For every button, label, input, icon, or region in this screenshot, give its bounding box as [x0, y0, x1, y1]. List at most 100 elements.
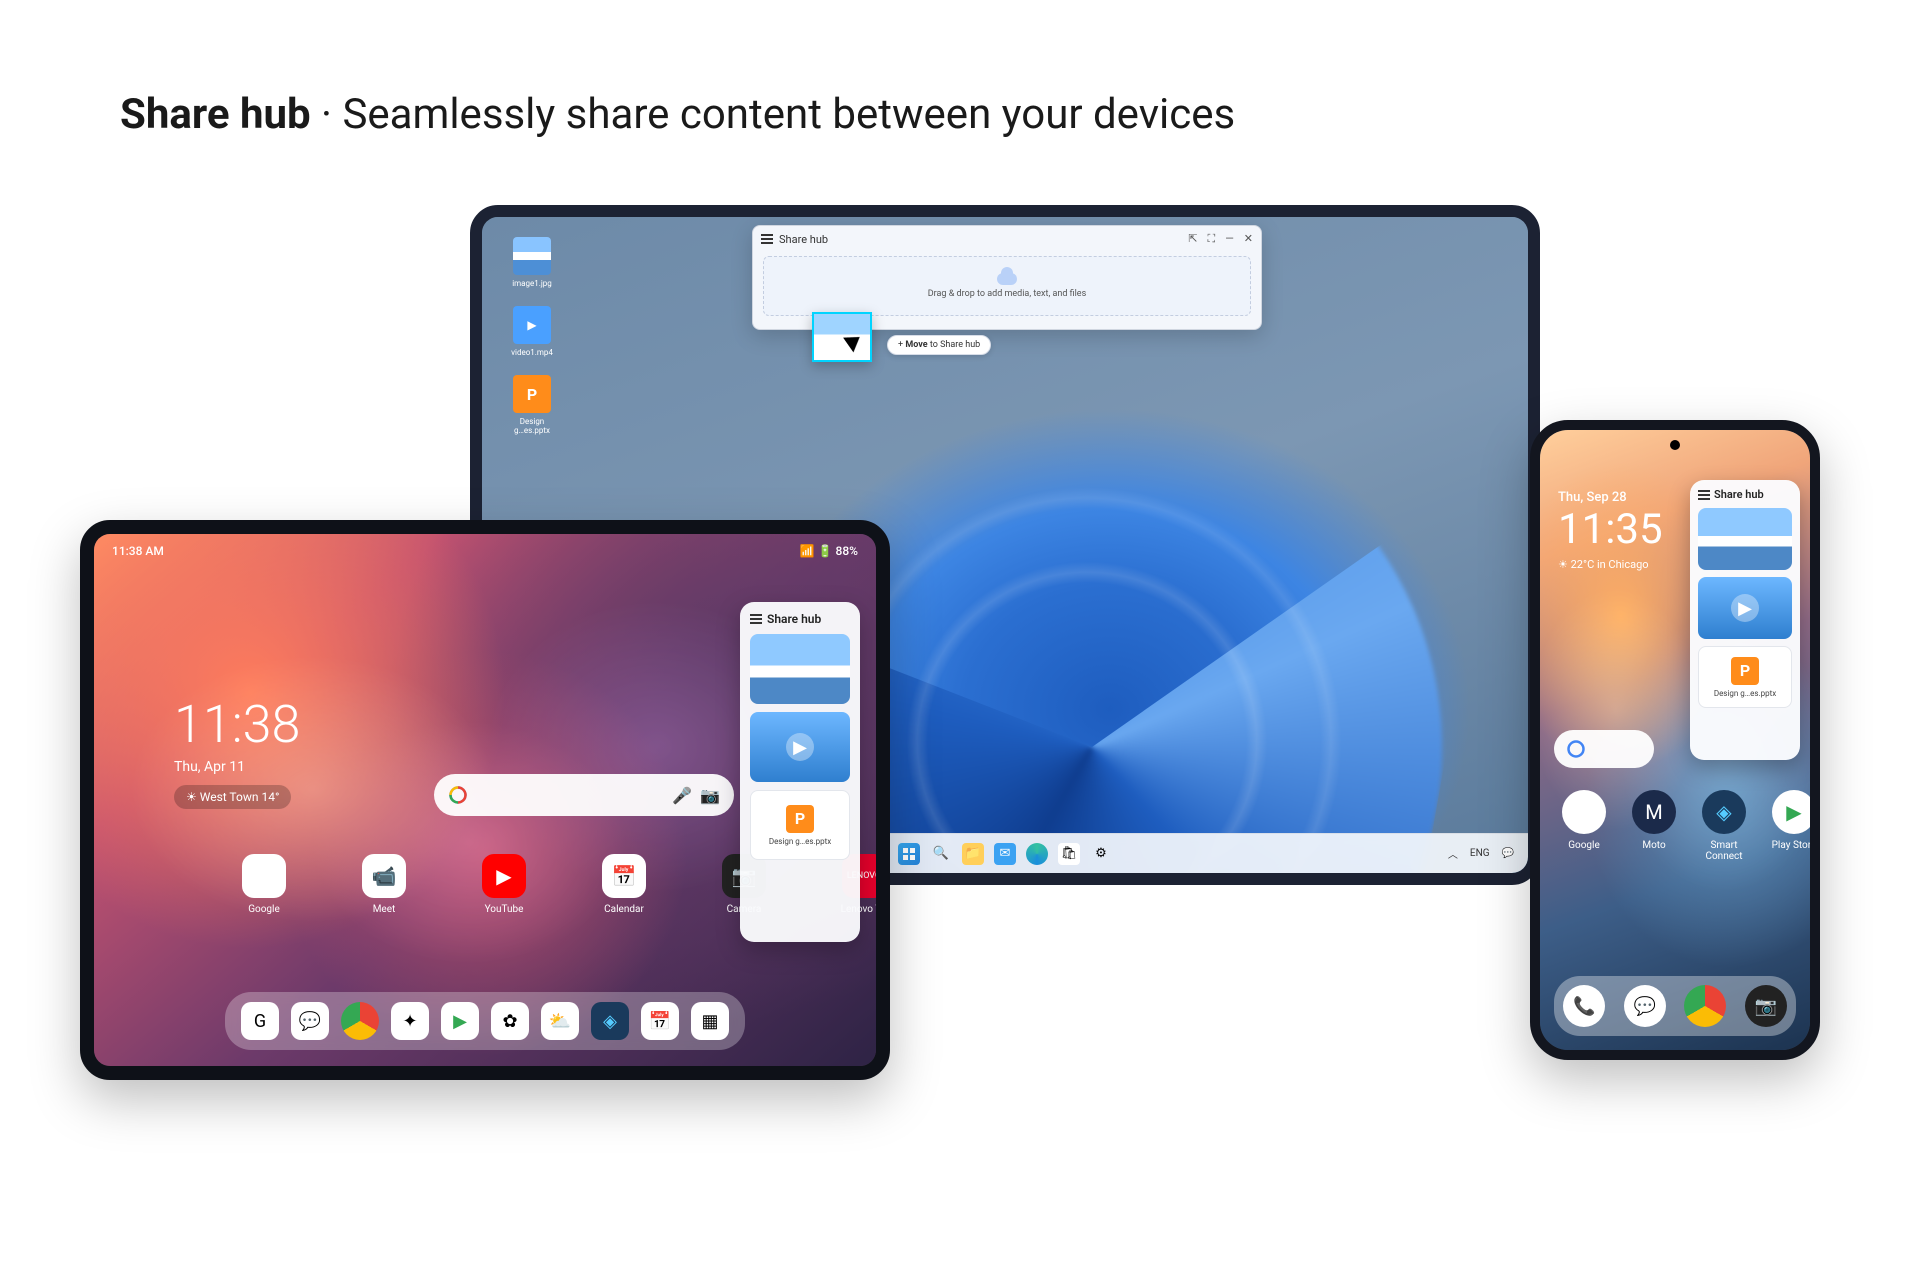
desktop-icon-pptx[interactable]: Design g…es.pptx: [502, 375, 562, 435]
minimize-icon[interactable]: —: [1225, 232, 1234, 246]
tablet-search-bar[interactable]: 🎤 📷: [434, 774, 734, 816]
tooltip-rest: to Share hub: [928, 340, 981, 350]
phone-dock[interactable]: 📞 💬 📷: [1554, 976, 1796, 1036]
headline-bold: Share hub: [120, 90, 311, 139]
tablet-clock-widget[interactable]: 11:38 Thu, Apr 11 ☀ West Town 14°: [174, 694, 300, 809]
dock-chrome-icon[interactable]: [1684, 985, 1726, 1027]
share-item-photo[interactable]: [750, 634, 850, 704]
headline-rest: Seamlessly share content between your de…: [342, 90, 1235, 139]
desktop-icon-image[interactable]: image1.jpg: [502, 237, 562, 288]
app-label: Google: [1554, 840, 1614, 851]
app-google[interactable]: G Google: [1554, 790, 1614, 862]
lens-icon[interactable]: 📷: [700, 786, 720, 805]
dock-playstore-icon[interactable]: ▶: [441, 1002, 479, 1040]
share-item-video[interactable]: [1698, 577, 1792, 639]
tablet-dock[interactable]: G 💬 ✦ ▶ ✿ ⛅ ◈ 📅 ▦: [225, 992, 745, 1050]
desktop-icon-label: g…es.pptx: [502, 426, 562, 435]
app-youtube[interactable]: ▶YouTube: [474, 854, 534, 915]
settings-icon[interactable]: ⚙: [1090, 843, 1112, 865]
app-meet[interactable]: 📹Meet: [354, 854, 414, 915]
google-app-icon: G: [1562, 790, 1606, 834]
desktop-icon-label: Design: [502, 417, 562, 426]
sharehub-titlebar[interactable]: Share hub ⇱ ⛶ — ✕: [753, 226, 1261, 252]
dock-chrome-icon[interactable]: [341, 1002, 379, 1040]
panel-title: Share hub: [1714, 488, 1764, 501]
statusbar-right: 📶 🔋 88%: [800, 544, 858, 558]
store-icon[interactable]: 🛍: [1058, 843, 1080, 865]
sharehub-panel-header[interactable]: Share hub: [750, 612, 850, 626]
desktop-icon-video[interactable]: video1.mp4: [502, 306, 562, 357]
weather-pill[interactable]: ☀ West Town 14°: [174, 785, 291, 809]
window-controls: ⇱ ⛶ — ✕: [1188, 232, 1253, 246]
dock-messages-icon[interactable]: 💬: [1624, 985, 1666, 1027]
pptx-icon: P: [786, 805, 814, 833]
share-item-pptx[interactable]: P Design g…es.pptx: [750, 790, 850, 860]
dock-smartconnect-icon[interactable]: ◈: [591, 1002, 629, 1040]
tablet-device: 11:38 AM 📶 🔋 88% 11:38 Thu, Apr 11 ☀ Wes…: [80, 520, 890, 1080]
chevron-up-icon[interactable]: ︿: [1448, 846, 1458, 861]
dock-photos-icon[interactable]: ✿: [491, 1002, 529, 1040]
mic-icon[interactable]: 🎤: [672, 786, 692, 805]
clock-date: Thu, Apr 11: [174, 759, 300, 775]
calendar-icon: 📅: [602, 854, 646, 898]
share-item-pptx[interactable]: P Design g…es.pptx: [1698, 646, 1792, 708]
move-tooltip: + Move to Share hub: [887, 335, 991, 355]
hamburger-icon[interactable]: [750, 618, 762, 620]
app-playstore[interactable]: ▶Play Store: [1764, 790, 1820, 862]
taskbar-right: ︿ ENG 💬: [1448, 846, 1514, 861]
google-icon: [1566, 739, 1586, 759]
statusbar-time: 11:38 AM: [112, 544, 164, 558]
app-label: Moto: [1624, 840, 1684, 851]
dock-appdrawer-icon[interactable]: ▦: [691, 1002, 729, 1040]
close-icon[interactable]: ✕: [1244, 232, 1253, 246]
language-indicator[interactable]: ENG: [1470, 848, 1490, 859]
hamburger-icon[interactable]: [1698, 494, 1710, 496]
explorer-icon[interactable]: 📁: [962, 843, 984, 865]
image-file-icon: [513, 237, 551, 275]
app-google[interactable]: GGoogle: [234, 854, 294, 915]
expand-icon[interactable]: ⛶: [1207, 232, 1215, 246]
phone-search-bar[interactable]: [1554, 730, 1654, 768]
mail-icon[interactable]: ✉: [994, 843, 1016, 865]
dock-assistant-icon[interactable]: ✦: [391, 1002, 429, 1040]
file-label: Design g…es.pptx: [1714, 689, 1776, 698]
phone-app-grid: GGoogle MMoto ◈Smart Connect ▶Play Store: [1554, 790, 1796, 862]
dock-weather-icon[interactable]: ⛅: [541, 1002, 579, 1040]
app-moto[interactable]: M Moto: [1624, 790, 1684, 862]
pin-icon[interactable]: ⇱: [1188, 232, 1197, 246]
tablet-sharehub-panel[interactable]: Share hub P Design g…es.pptx: [740, 602, 860, 942]
sharehub-dropzone[interactable]: Drag & drop to add media, text, and file…: [763, 256, 1251, 316]
share-item-photo[interactable]: [1698, 508, 1792, 570]
headline-sep: ·: [311, 90, 343, 139]
dock-calendar-icon[interactable]: 📅: [641, 1002, 679, 1040]
moto-icon: M: [1632, 790, 1676, 834]
app-label: Google: [234, 904, 294, 915]
hamburger-icon[interactable]: [761, 238, 773, 240]
app-smartconnect[interactable]: ◈Smart Connect: [1694, 790, 1754, 862]
edge-icon[interactable]: [1026, 843, 1048, 865]
phone-device: Thu, Sep 28 11:35 ☀ 22°C in Chicago G Goo…: [1530, 420, 1820, 1060]
desktop-icon-label: image1.jpg: [502, 279, 562, 288]
app-label: Calendar: [594, 904, 654, 915]
playstore-icon: ▶: [1772, 790, 1816, 834]
sharehub-panel-header[interactable]: Share hub: [1698, 488, 1792, 501]
phone-sharehub-panel[interactable]: Share hub P Design g…es.pptx: [1690, 480, 1800, 760]
search-icon[interactable]: 🔍: [930, 843, 952, 865]
dock-google-icon[interactable]: G: [241, 1002, 279, 1040]
video-file-icon: [513, 306, 551, 344]
google-icon: [448, 785, 468, 805]
clock-time: 11:38: [174, 694, 300, 755]
plus-icon: +: [898, 340, 903, 350]
smartconnect-icon: ◈: [1702, 790, 1746, 834]
dock-camera-icon[interactable]: 📷: [1745, 985, 1787, 1027]
meet-icon: 📹: [362, 854, 406, 898]
start-button[interactable]: [898, 843, 920, 865]
sharehub-title: Share hub: [779, 233, 828, 246]
phone-clock-widget[interactable]: Thu, Sep 28 11:35 ☀ 22°C in Chicago: [1558, 490, 1663, 571]
dock-phone-icon[interactable]: 📞: [1563, 985, 1605, 1027]
app-calendar[interactable]: 📅 Calendar: [594, 854, 654, 915]
share-item-video[interactable]: [750, 712, 850, 782]
dock-messages-icon[interactable]: 💬: [291, 1002, 329, 1040]
app-label: YouTube: [474, 904, 534, 915]
notifications-icon[interactable]: 💬: [1502, 848, 1514, 859]
